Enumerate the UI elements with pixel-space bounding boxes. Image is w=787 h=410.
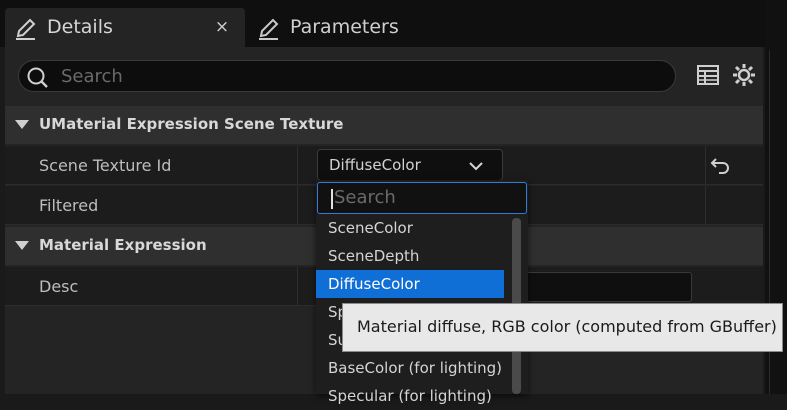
tab-bar: Details × Parameters [0, 0, 787, 47]
chevron-down-icon [15, 241, 29, 250]
chevron-down-icon [469, 162, 483, 171]
search-placeholder: Search [334, 187, 396, 208]
item-label: BaseColor (for lighting) [328, 359, 502, 377]
category-scene-texture[interactable]: UMaterial Expression Scene Texture [5, 106, 763, 144]
dropdown-item[interactable]: Specular (for lighting) [316, 382, 504, 410]
item-label: Specular (for lighting) [328, 387, 492, 405]
tab-label: Parameters [290, 16, 399, 38]
close-icon[interactable]: × [211, 16, 233, 38]
tooltip-text: Material diffuse, RGB color (computed fr… [357, 317, 777, 336]
tooltip: Material diffuse, RGB color (computed fr… [342, 303, 783, 352]
combo-value: DiffuseColor [329, 156, 421, 174]
chevron-down-icon [15, 120, 29, 129]
column-divider [297, 186, 298, 224]
item-label: DiffuseColor [328, 275, 420, 293]
scene-texture-dropdown: Search SceneColor SceneDepth DiffuseColo… [316, 180, 528, 405]
category-label: Material Expression [39, 236, 207, 254]
dropdown-item[interactable]: SceneColor [316, 214, 504, 242]
property-label: Filtered [39, 196, 99, 215]
search-icon [27, 67, 48, 88]
pencil-icon [259, 18, 279, 40]
pencil-icon [16, 18, 36, 40]
item-label: SceneDepth [328, 247, 420, 265]
dropdown-item-selected[interactable]: DiffuseColor [316, 270, 504, 298]
tab-details[interactable]: Details × [5, 8, 245, 47]
scene-texture-id-combo[interactable]: DiffuseColor [317, 149, 503, 181]
reset-to-default-icon[interactable] [709, 154, 731, 176]
property-label: Desc [39, 277, 79, 296]
item-label: SceneColor [328, 219, 413, 237]
search-placeholder: Search [61, 66, 123, 87]
tab-label: Details [47, 16, 113, 38]
text-caret [331, 189, 333, 209]
dropdown-item[interactable]: BaseColor (for lighting) [316, 354, 504, 382]
property-label: Scene Texture Id [39, 156, 172, 175]
dropdown-item[interactable]: SceneDepth [316, 242, 504, 270]
category-label: UMaterial Expression Scene Texture [39, 115, 344, 133]
table-view-icon[interactable] [695, 62, 721, 88]
dropdown-search-input[interactable]: Search [317, 182, 527, 214]
column-divider [297, 267, 298, 305]
column-divider [705, 186, 706, 224]
search-input[interactable]: Search [18, 60, 676, 92]
gear-icon[interactable] [731, 62, 757, 88]
column-divider [705, 146, 706, 184]
tab-parameters[interactable]: Parameters [252, 8, 432, 47]
column-divider [297, 146, 298, 184]
